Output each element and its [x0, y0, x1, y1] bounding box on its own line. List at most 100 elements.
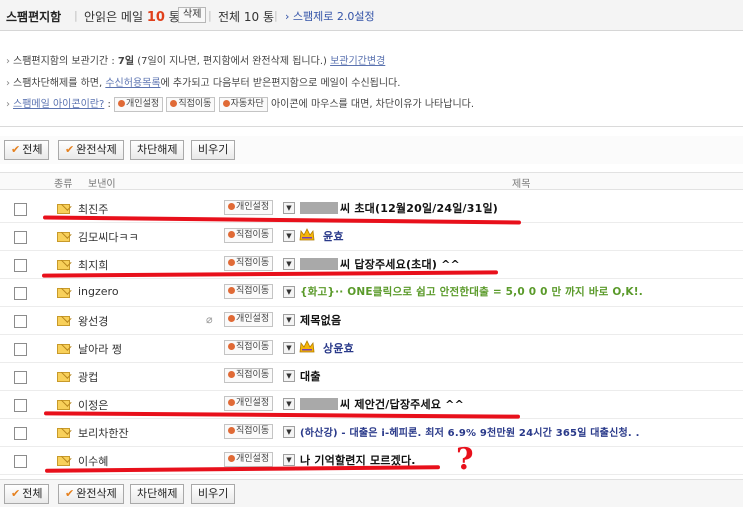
sender-name[interactable]: 보리차한잔	[78, 425, 129, 441]
row-checkbox[interactable]	[14, 371, 27, 384]
tag-label: 직접이동	[236, 230, 270, 240]
dropdown-arrow-icon[interactable]: ▼	[283, 258, 295, 270]
dropdown-arrow-icon[interactable]: ▼	[283, 202, 295, 214]
row-checkbox[interactable]	[14, 399, 27, 412]
dropdown-arrow-icon[interactable]: ▼	[283, 230, 295, 242]
mail-row[interactable]: 김모씨다ㅋㅋ 직접이동 ▼ 윤효	[0, 223, 743, 251]
row-checkbox[interactable]	[14, 455, 27, 468]
dropdown-arrow-icon[interactable]: ▼	[283, 398, 295, 410]
tag-label: 직접이동	[236, 258, 270, 268]
dropdown-arrow-icon[interactable]: ▼	[283, 370, 295, 382]
mail-row[interactable]: 왕선경 ⌀ 개인설정 ▼ 제목없음	[0, 307, 743, 335]
sender-column-header[interactable]: 보낸이	[88, 175, 116, 190]
sender-name[interactable]: 이정은	[78, 397, 108, 413]
spam-reason-tag: 직접이동	[224, 284, 274, 299]
empty-button[interactable]: 비우기	[191, 484, 236, 504]
dropdown-arrow-icon[interactable]: ▼	[283, 342, 295, 354]
notice-text: 스팸편지함의 보관기간 :	[13, 56, 118, 67]
sender-name[interactable]: 이수혜	[78, 453, 108, 469]
mail-subject[interactable]: 윤효	[323, 228, 344, 244]
auto-block-tag: 자동차단	[218, 96, 268, 112]
subject-column-header[interactable]: 제목	[512, 175, 530, 190]
dropdown-arrow-icon[interactable]: ▼	[283, 426, 295, 438]
envelope-icon	[57, 400, 70, 410]
spam-icon-help-link[interactable]: 스팸메일 아이콘이란?	[13, 99, 104, 110]
sender-name[interactable]: 김모씨다ㅋㅋ	[78, 229, 139, 245]
row-checkbox[interactable]	[14, 343, 27, 356]
bullet-icon: ›	[6, 56, 10, 67]
dot-icon	[228, 231, 235, 238]
sender-name[interactable]: ingzero	[78, 285, 119, 298]
mail-subject[interactable]: 씨 초대(12월20일/24일/31일)	[340, 200, 498, 216]
envelope-icon	[57, 372, 70, 382]
allowlist-link[interactable]: 수신허용목록	[105, 78, 160, 89]
row-checkbox[interactable]	[14, 203, 27, 216]
button-label: 완전삭제	[76, 143, 117, 156]
unblock-button[interactable]: 차단해제	[130, 140, 185, 160]
sender-name[interactable]: 최진주	[78, 201, 108, 217]
unblock-button[interactable]: 차단해제	[130, 484, 185, 504]
mail-row[interactable]: ingzero 직접이동 ▼ {화고}·· ONE클릭으로 쉽고 안전한대출 =…	[0, 279, 743, 307]
button-label: 완전삭제	[76, 487, 117, 500]
row-checkbox[interactable]	[14, 427, 27, 440]
mail-subject[interactable]: 제목없음	[300, 312, 341, 328]
notice-text: (7일이 지나면, 편지함에서 완전삭제 됩니다.)	[134, 56, 331, 67]
select-all-button[interactable]: ✔ 전체	[4, 484, 50, 504]
select-all-button[interactable]: ✔ 전체	[4, 140, 50, 160]
mail-row[interactable]: 보리차한잔 직접이동 ▼ (하산강) - 대출은 i-헤피론. 최저 6.9% …	[0, 419, 743, 447]
envelope-icon	[57, 260, 70, 270]
dot-icon	[228, 259, 235, 266]
permanent-delete-button[interactable]: ✔ 완전삭제	[58, 140, 124, 160]
envelope-icon	[57, 232, 70, 242]
divider: |	[208, 9, 212, 22]
mail-subject[interactable]: 씨 답장주세요(초대) ^^	[340, 256, 460, 272]
retention-notice: › 스팸편지함의 보관기간 : 7일 (7일이 지나면, 편지함에서 완전삭제 됩…	[6, 52, 385, 67]
dropdown-arrow-icon[interactable]: ▼	[283, 286, 295, 298]
tag-label: 개인설정	[236, 398, 270, 408]
top-toolbar: ✔ 전체 ✔ 완전삭제 차단해제 비우기	[0, 136, 743, 164]
spamzero-settings-link[interactable]: › 스팸제로 2.0설정	[285, 8, 375, 24]
tag-label: 개인설정	[236, 314, 270, 324]
delete-unread-button[interactable]: 삭제	[178, 7, 207, 23]
redacted-name	[300, 202, 338, 214]
empty-button[interactable]: 비우기	[191, 140, 236, 160]
dot-icon	[228, 287, 235, 294]
mail-row[interactable]: 광컵 직접이동 ▼ 대출	[0, 363, 743, 391]
row-checkbox[interactable]	[14, 231, 27, 244]
mail-row[interactable]: 날아라 쩡 직접이동 ▼ 상윤효	[0, 335, 743, 363]
sender-name[interactable]: 왕선경	[78, 313, 108, 329]
paperclip-icon: ⌀	[206, 313, 213, 326]
dot-icon	[228, 455, 235, 462]
envelope-icon	[57, 344, 70, 354]
row-checkbox[interactable]	[14, 315, 27, 328]
mail-subject[interactable]: (하산강) - 대출은 i-헤피론. 최저 6.9% 9천만원 24시간 365…	[300, 424, 640, 439]
row-checkbox[interactable]	[14, 259, 27, 272]
dropdown-arrow-icon[interactable]: ▼	[283, 454, 295, 466]
tag-label: 직접이동	[236, 426, 270, 436]
row-checkbox[interactable]	[14, 287, 27, 300]
check-icon: ✔	[65, 487, 75, 500]
mail-subject[interactable]: 상윤효	[323, 340, 354, 356]
envelope-icon	[57, 456, 70, 466]
dropdown-arrow-icon[interactable]: ▼	[283, 314, 295, 326]
mail-subject[interactable]: {화고}·· ONE클릭으로 쉽고 안전한대출 = 5,0 0 0 만 까지 바…	[300, 284, 643, 299]
dot-icon	[228, 399, 235, 406]
sender-name[interactable]: 광컵	[78, 369, 98, 385]
spam-reason-tag: 개인설정	[224, 452, 274, 467]
dot-icon	[228, 427, 235, 434]
mail-subject[interactable]: 대출	[300, 368, 321, 384]
dot-icon	[118, 99, 126, 107]
divider: |	[274, 9, 278, 22]
bottom-toolbar: ✔ 전체 ✔ 완전삭제 차단해제 비우기	[0, 479, 743, 507]
section-divider	[0, 126, 743, 127]
permanent-delete-button[interactable]: ✔ 완전삭제	[58, 484, 124, 504]
sender-name[interactable]: 최지희	[78, 257, 108, 273]
sender-name[interactable]: 날아라 쩡	[78, 341, 122, 357]
tag-label: 개인설정	[236, 202, 270, 212]
tag-label: 직접이동	[236, 370, 270, 380]
mail-subject[interactable]: 씨 제안건/답장주세요 ^^	[340, 396, 464, 412]
redacted-name	[300, 398, 338, 410]
type-column-header: 종류	[54, 179, 73, 190]
change-retention-link[interactable]: 보관기간변경	[330, 56, 385, 67]
tag-label: 직접이동	[236, 286, 270, 296]
